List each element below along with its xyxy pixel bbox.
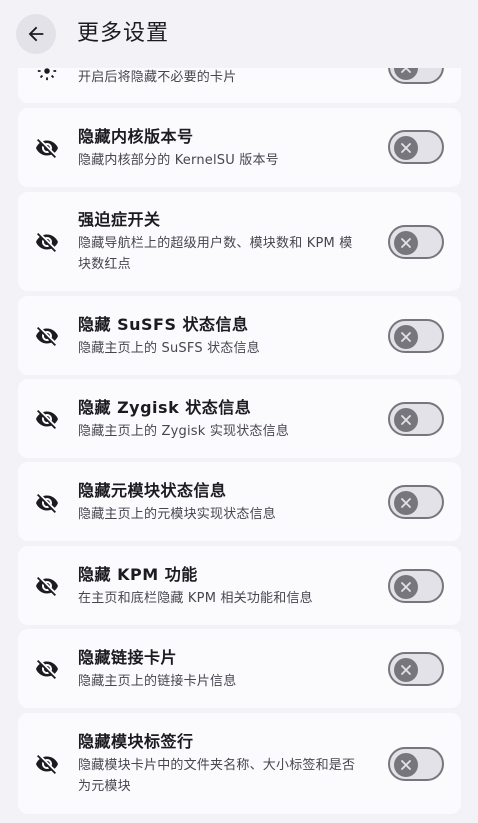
hide-susfs-status-switch[interactable] (388, 319, 444, 353)
arrow-left-icon (28, 26, 44, 42)
top-app-bar: 更多设置 (0, 0, 478, 68)
close-icon (394, 753, 418, 777)
close-icon (394, 491, 418, 515)
close-icon (394, 231, 418, 255)
setting-description: 隐藏主页上的元模块实现状态信息 (78, 507, 277, 522)
setting-title: 隐藏 KPM 功能 (78, 565, 198, 584)
ocd-switch-toggle[interactable] (388, 225, 444, 259)
visibility-off-icon (34, 229, 60, 255)
setting-title: 强迫症开关 (78, 210, 161, 229)
setting-card-hide-zygisk-status[interactable]: 隐藏 Zygisk 状态信息 隐藏主页上的 Zygisk 实现状态信息 (18, 379, 461, 458)
back-button[interactable] (16, 14, 56, 54)
close-icon (394, 325, 418, 349)
hide-kpm-switch[interactable] (388, 569, 444, 603)
hide-module-tag-row-switch[interactable] (388, 747, 444, 781)
setting-card-hide-link-card[interactable]: 隐藏链接卡片 隐藏主页上的链接卡片信息 (18, 629, 461, 708)
visibility-off-icon (34, 656, 60, 682)
setting-card-hide-kernel-version[interactable]: 隐藏内核版本号 隐藏内核部分的 KernelSU 版本号 (18, 108, 461, 187)
setting-description: 开启后将隐藏不必要的卡片 (78, 70, 237, 85)
setting-description: 隐藏模块卡片中的文件夹名称、大小标签和是否为元模块 (78, 758, 356, 794)
setting-description: 隐藏主页上的 Zygisk 实现状态信息 (78, 424, 290, 439)
close-icon (394, 658, 418, 682)
visibility-off-icon (34, 490, 60, 516)
setting-card-ocd-switch[interactable]: 强迫症开关 隐藏导航栏上的超级用户数、模块数和 KPM 模块数红点 (18, 192, 461, 291)
hide-zygisk-status-switch[interactable] (388, 402, 444, 436)
setting-card-hide-kpm[interactable]: 隐藏 KPM 功能 在主页和底栏隐藏 KPM 相关功能和信息 (18, 546, 461, 625)
settings-list: 开启后将隐藏不必要的卡片 隐藏内核版本号 隐藏内核部分的 KernelSU 版本… (0, 0, 478, 823)
close-icon (394, 408, 418, 432)
setting-title: 隐藏 Zygisk 状态信息 (78, 398, 252, 417)
setting-title: 隐藏模块标签行 (78, 732, 194, 751)
setting-description: 在主页和底栏隐藏 KPM 相关功能和信息 (78, 591, 313, 606)
setting-card-hide-module-tag-row[interactable]: 隐藏模块标签行 隐藏模块卡片中的文件夹名称、大小标签和是否为元模块 (18, 713, 461, 814)
setting-description: 隐藏主页上的 SuSFS 状态信息 (78, 341, 260, 356)
setting-description: 隐藏导航栏上的超级用户数、模块数和 KPM 模块数红点 (78, 236, 353, 272)
visibility-off-icon (34, 406, 60, 432)
hide-link-card-switch[interactable] (388, 652, 444, 686)
setting-card-hide-metamodule-status[interactable]: 隐藏元模块状态信息 隐藏主页上的元模块实现状态信息 (18, 462, 461, 541)
setting-description: 隐藏内核部分的 KernelSU 版本号 (78, 153, 279, 168)
close-icon (394, 136, 418, 160)
close-icon (394, 575, 418, 599)
visibility-off-icon (34, 573, 60, 599)
setting-title: 隐藏内核版本号 (78, 127, 194, 146)
setting-description: 隐藏主页上的链接卡片信息 (78, 674, 237, 689)
visibility-off-icon (34, 323, 60, 349)
visibility-off-icon (34, 751, 60, 777)
hide-metamodule-status-switch[interactable] (388, 485, 444, 519)
setting-title: 隐藏元模块状态信息 (78, 481, 227, 500)
hide-kernel-version-switch[interactable] (388, 130, 444, 164)
page-title: 更多设置 (77, 21, 170, 46)
setting-title: 隐藏 SuSFS 状态信息 (78, 315, 249, 334)
setting-title: 隐藏链接卡片 (78, 648, 178, 667)
setting-card-hide-susfs-status[interactable]: 隐藏 SuSFS 状态信息 隐藏主页上的 SuSFS 状态信息 (18, 296, 461, 375)
visibility-off-icon (34, 135, 60, 161)
